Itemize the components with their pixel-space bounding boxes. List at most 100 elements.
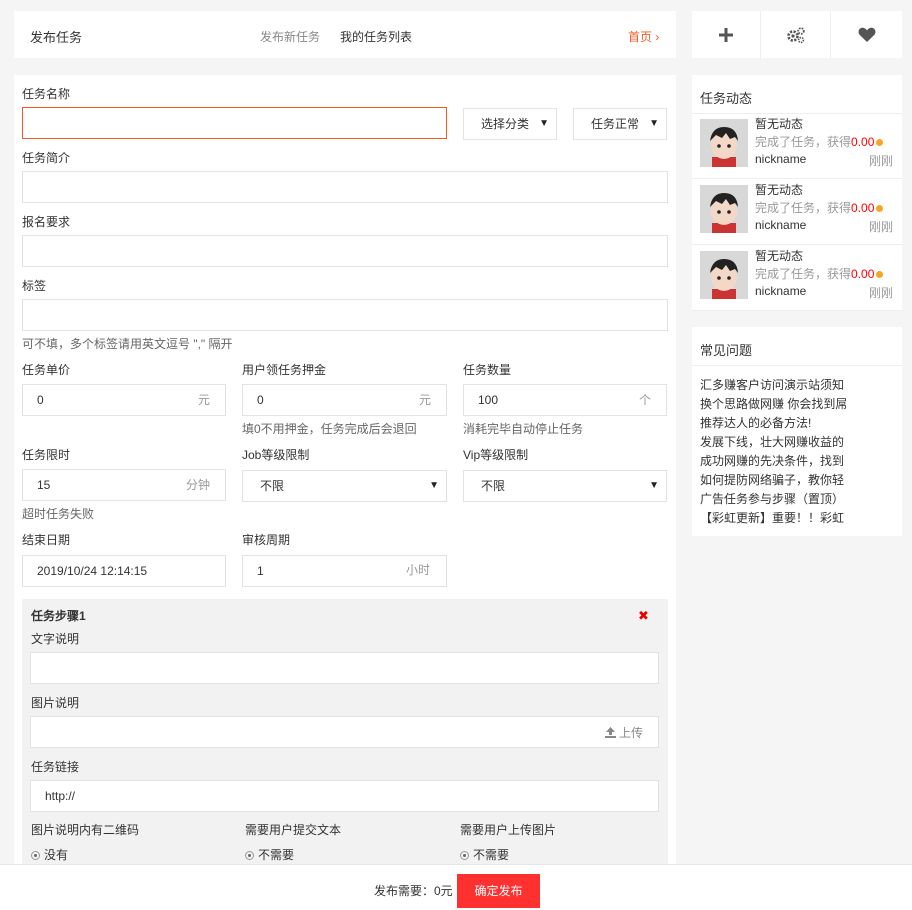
task-name-label: 任务名称 bbox=[22, 87, 71, 101]
qr-label: 图片说明内有二维码 bbox=[31, 823, 140, 837]
coin-icon bbox=[876, 205, 884, 213]
faq-link[interactable]: 推荐达人的必备方法! bbox=[700, 414, 811, 431]
unit-price-label: 任务单价 bbox=[22, 363, 71, 377]
requirements-input[interactable] bbox=[22, 235, 668, 267]
confirm-publish-button[interactable]: 确定发布 bbox=[457, 874, 540, 908]
coin-icon bbox=[876, 271, 884, 279]
status-select[interactable]: 任务正常 ▼ bbox=[573, 108, 667, 140]
time-limit-hint: 超时任务失败 bbox=[22, 507, 95, 521]
settings-button[interactable] bbox=[761, 11, 831, 59]
feed-item-time: 刚刚 bbox=[869, 220, 894, 234]
review-period-unit: 小时 bbox=[406, 563, 431, 577]
time-limit-unit: 分钟 bbox=[186, 478, 211, 492]
plus-icon bbox=[719, 28, 733, 42]
gears-icon bbox=[786, 27, 805, 44]
faq-panel: 常见问题 汇多赚客户访问演示站须知 换个思路做网赚 你会找到屌 推荐达人的必备方… bbox=[692, 327, 902, 536]
quantity-hint: 消耗完毕自动停止任务 bbox=[463, 422, 584, 436]
submit-text-option[interactable]: 不需要 bbox=[245, 846, 294, 863]
feed-item-amount: 0.00 bbox=[851, 267, 875, 281]
tags-label: 标签 bbox=[22, 279, 47, 293]
step-image-field[interactable]: 上传 bbox=[30, 716, 659, 748]
avatar bbox=[700, 185, 748, 233]
category-select[interactable]: 选择分类 ▼ bbox=[463, 108, 557, 140]
feed-item-amount: 0.00 bbox=[851, 135, 875, 149]
faq-link[interactable]: 换个思路做网赚 你会找到屌 bbox=[700, 395, 847, 412]
faq-link[interactable]: 【彩虹更新】重要！！彩虹 bbox=[700, 509, 844, 526]
summary-label: 任务简介 bbox=[22, 151, 71, 165]
feed-title: 任务动态 bbox=[700, 91, 753, 106]
deposit-label: 用户领任务押金 bbox=[242, 363, 327, 377]
add-button[interactable] bbox=[692, 11, 761, 59]
publish-bar: 发布需要：0元 确定发布 bbox=[0, 864, 912, 910]
nav-publish-new-task[interactable]: 发布新任务 bbox=[260, 28, 320, 45]
deposit-unit: 元 bbox=[419, 393, 432, 407]
feed-item[interactable]: 暂无动态 完成了任务，获得0.00 nickname 刚刚 bbox=[692, 181, 902, 245]
deposit-input[interactable] bbox=[242, 384, 447, 416]
feed-item-title: 暂无动态 bbox=[755, 117, 804, 131]
review-period-label: 审核周期 bbox=[242, 533, 291, 547]
task-feed-panel: 任务动态 暂无动态 完成了任务，获得0.00 nickname 刚刚 暂无动态 … bbox=[692, 75, 902, 311]
task-name-input[interactable] bbox=[22, 107, 447, 139]
vip-level-select[interactable]: 不限 ▼ bbox=[463, 470, 667, 502]
header-bar: 发布任务 发布新任务 我的任务列表 首页 › bbox=[14, 11, 676, 58]
time-limit-label: 任务限时 bbox=[22, 448, 71, 462]
summary-input[interactable] bbox=[22, 171, 668, 203]
faq-link[interactable]: 汇多赚客户访问演示站须知 bbox=[700, 376, 844, 393]
feed-item-user: nickname bbox=[755, 218, 807, 232]
upload-image-label: 需要用户上传图片 bbox=[460, 823, 557, 837]
task-form: 任务名称 选择分类 ▼ 任务正常 ▼ 任务简介 报名要求 标签 可不填，多个标签请用… bbox=[14, 75, 676, 875]
faq-title: 常见问题 bbox=[700, 343, 753, 358]
home-link[interactable]: 首页 › bbox=[628, 28, 659, 45]
faq-link[interactable]: 广告任务参与步骤（置顶） bbox=[700, 490, 844, 507]
faq-link[interactable]: 成功网赚的先决条件，找到 bbox=[700, 452, 844, 469]
vip-level-label: Vip等级限制 bbox=[463, 448, 529, 462]
remove-step-icon[interactable]: ✖ bbox=[638, 608, 649, 624]
feed-item-title: 暂无动态 bbox=[755, 183, 804, 197]
end-date-label: 结束日期 bbox=[22, 533, 71, 547]
faq-link[interactable]: 如何提防网络骗子，教你轻 bbox=[700, 471, 844, 488]
step-link-label: 任务链接 bbox=[31, 760, 80, 774]
avatar bbox=[700, 119, 748, 167]
feed-item[interactable]: 暂无动态 完成了任务，获得0.00 nickname 刚刚 bbox=[692, 115, 902, 179]
step-text-input[interactable] bbox=[30, 652, 659, 684]
feed-item-user: nickname bbox=[755, 284, 807, 298]
qr-option[interactable]: 没有 bbox=[31, 846, 68, 863]
requirements-label: 报名要求 bbox=[22, 215, 71, 229]
step-link-input[interactable] bbox=[30, 780, 659, 812]
feed-item-time: 刚刚 bbox=[869, 154, 894, 168]
tags-input[interactable] bbox=[22, 299, 668, 331]
page-title: 发布任务 bbox=[30, 30, 83, 45]
quantity-label: 任务数量 bbox=[463, 363, 512, 377]
caret-down-icon: ▼ bbox=[429, 480, 439, 491]
heart-icon bbox=[858, 27, 875, 42]
faq-link[interactable]: 发展下线，壮大网赚收益的 bbox=[700, 433, 844, 450]
feed-item-title: 暂无动态 bbox=[755, 249, 804, 263]
job-level-select[interactable]: 不限 ▼ bbox=[242, 470, 447, 502]
step-title: 任务步骤1 bbox=[31, 609, 86, 623]
feed-item[interactable]: 暂无动态 完成了任务，获得0.00 nickname 刚刚 bbox=[692, 247, 902, 311]
feed-item-time: 刚刚 bbox=[869, 286, 894, 300]
coin-icon bbox=[876, 139, 884, 147]
upload-image-option[interactable]: 不需要 bbox=[460, 846, 509, 863]
job-level-label: Job等级限制 bbox=[242, 448, 310, 462]
feed-item-amount: 0.00 bbox=[851, 201, 875, 215]
submit-text-label: 需要用户提交文本 bbox=[245, 823, 342, 837]
step-text-label: 文字说明 bbox=[31, 632, 80, 646]
feed-item-user: nickname bbox=[755, 152, 807, 166]
deposit-hint: 填0不用押金，任务完成后会退回 bbox=[242, 422, 417, 436]
quantity-input[interactable] bbox=[463, 384, 667, 416]
feed-item-action: 完成了任务，获得0.00 bbox=[755, 133, 884, 150]
avatar bbox=[700, 251, 748, 299]
radio-icon bbox=[460, 851, 469, 861]
tags-hint: 可不填，多个标签请用英文逗号 "," 隔开 bbox=[22, 337, 233, 351]
upload-button[interactable]: 上传 bbox=[604, 724, 643, 741]
quantity-unit: 个 bbox=[639, 393, 652, 407]
radio-icon bbox=[31, 851, 40, 861]
caret-down-icon: ▼ bbox=[649, 480, 659, 491]
unit-price-unit: 元 bbox=[198, 393, 211, 407]
caret-down-icon: ▼ bbox=[649, 118, 659, 129]
end-date-input[interactable] bbox=[22, 555, 226, 587]
favorite-button[interactable] bbox=[831, 11, 902, 59]
unit-price-input[interactable] bbox=[22, 384, 226, 416]
nav-my-task-list[interactable]: 我的任务列表 bbox=[340, 28, 412, 45]
